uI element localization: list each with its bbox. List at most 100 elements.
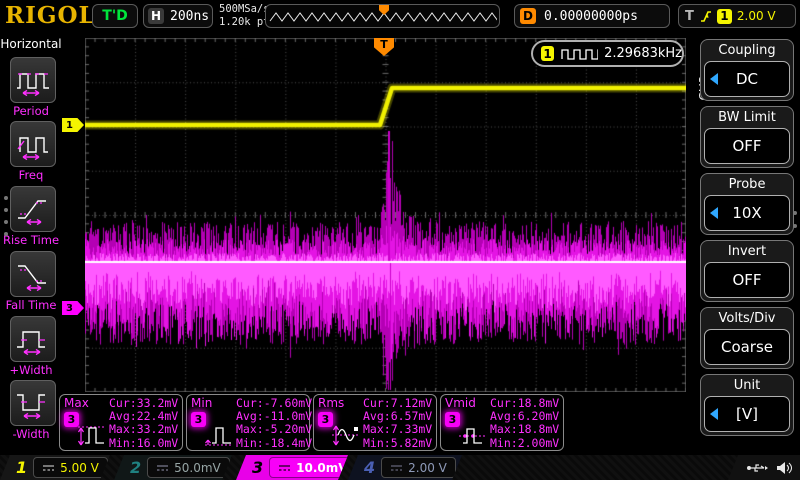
minus-width-icon: [14, 384, 52, 422]
system-icons: [728, 455, 800, 480]
measure-freq-label: Freq: [0, 168, 62, 182]
measure-pwidth-button[interactable]: [10, 316, 56, 362]
trigger-marker-label: T: [380, 38, 388, 51]
menu-item-unit[interactable]: Unit [V]: [700, 374, 794, 436]
channel-number: 3: [252, 458, 263, 477]
chevron-left-icon: [710, 408, 718, 420]
dc-coupling-icon: [278, 464, 291, 472]
chevron-left-icon: [710, 73, 718, 85]
channel3-status[interactable]: 3 10.0mV: [236, 455, 348, 480]
channel-number: 2: [130, 458, 141, 477]
channel-menu: CH3 Coupling DC BW Limit OFF Probe 10X I…: [690, 33, 800, 455]
menu-page-dot: [4, 232, 8, 236]
menu-label: Probe: [701, 174, 793, 195]
measure-nwidth-button[interactable]: [10, 380, 56, 426]
menu-label: Volts/Div: [701, 308, 793, 329]
channel4-status[interactable]: 4 2.00 V: [348, 455, 462, 480]
measurement-name: Max: [64, 396, 89, 410]
delay-chip: D: [520, 8, 536, 24]
measurement-row: Max:33.2mV: [109, 423, 178, 436]
menu-value: OFF: [732, 271, 761, 289]
measurement-rms[interactable]: Rms 3 Cur:7.12mV Avg:6.57mV Max:7.33mV M…: [313, 394, 437, 451]
measure-falltime-label: Fall Time: [0, 298, 62, 312]
menu-label: BW Limit: [701, 107, 793, 128]
menu-page-dot: [793, 211, 797, 215]
channel-scale: 50.0mV: [174, 461, 221, 475]
measurement-row: Min:2.00mV: [490, 437, 559, 450]
measurement-row: Max:7.33mV: [363, 423, 432, 436]
ch1-marker-label: 1: [66, 120, 73, 131]
measure-risetime-button[interactable]: [10, 186, 56, 232]
channel-scale: 5.00 V: [60, 461, 99, 475]
ch3-offset-marker[interactable]: 3: [62, 301, 84, 315]
rise-time-icon: [14, 190, 52, 228]
menu-value: OFF: [732, 137, 761, 155]
measure-pwidth-label: +Width: [0, 363, 62, 377]
rigol-logo: RIGOL: [5, 2, 96, 29]
trigger-status-text: T'D: [102, 8, 127, 24]
channel-number: 1: [16, 458, 27, 477]
menu-value: Coarse: [721, 338, 773, 356]
chevron-left-icon: [710, 207, 718, 219]
measurement-vmid[interactable]: Vmid 3 Cur:18.8mV Avg:6.20mV Max:18.8mV …: [440, 394, 564, 451]
measurement-name: Min: [191, 396, 212, 410]
waveform-display: [85, 38, 686, 392]
menu-label: Coupling: [701, 40, 793, 61]
measure-period-button[interactable]: [10, 57, 56, 103]
delay-readout: D 0.00000000ps: [514, 4, 670, 28]
measurement-row: Min:16.0mV: [109, 437, 178, 450]
channel1-status[interactable]: 1 5.00 V: [0, 455, 110, 480]
menu-item-probe[interactable]: Probe 10X: [700, 173, 794, 235]
freq-icon: [14, 125, 52, 163]
measurement-min[interactable]: Min 3 Cur:-7.60mV Avg:-11.0mV Max:-5.20m…: [186, 394, 310, 451]
status-bar: RIGOL T'D H 200ns 500MSa/s 1.20k pts D 0…: [0, 0, 800, 34]
ch1-offset-marker[interactable]: 1: [62, 118, 84, 132]
trigger-letter: T: [685, 9, 694, 24]
rms-icon: [330, 421, 362, 449]
measure-falltime-button[interactable]: [10, 251, 56, 297]
fall-time-icon: [14, 255, 52, 293]
menu-page-dot: [4, 196, 8, 200]
measurement-name: Vmid: [445, 396, 476, 410]
trigger-status-badge: T'D: [92, 4, 138, 28]
channel-scale: 10.0mV: [296, 461, 347, 475]
measurement-max[interactable]: Max 3 Cur:33.2mV Avg:22.4mV Max:33.2mV M…: [59, 394, 183, 451]
waveform-memory-preview[interactable]: [265, 4, 500, 28]
channel2-status[interactable]: 2 50.0mV: [114, 455, 232, 480]
freq-source-badge: 1: [541, 46, 554, 61]
measure-nwidth-label: -Width: [0, 427, 62, 441]
menu-value: [V]: [736, 405, 758, 423]
measurement-row: Max:18.8mV: [490, 423, 559, 436]
menu-item-voltsdiv[interactable]: Volts/Div Coarse: [700, 307, 794, 369]
period-icon: [14, 61, 52, 99]
waveform-area: 1 3 T 1 2.29683kHz: [62, 33, 690, 455]
dc-coupling-icon: [390, 464, 403, 472]
usb-icon: [746, 462, 768, 474]
min-icon: [203, 421, 233, 449]
menu-page-dot: [793, 224, 797, 228]
trigger-frequency-value: 2.29683kHz: [604, 46, 682, 61]
menu-value: DC: [736, 70, 758, 88]
channel-number: 4: [364, 458, 375, 477]
measure-freq-button[interactable]: [10, 121, 56, 167]
menu-value: 10X: [732, 204, 761, 222]
menu-item-invert[interactable]: Invert OFF: [700, 240, 794, 302]
timebase-value: 200ns: [170, 9, 209, 24]
measurement-row: Min:5.82mV: [363, 437, 432, 450]
vmid-icon: [457, 421, 487, 449]
beeper-icon: [776, 461, 792, 475]
menu-label: Unit: [701, 375, 793, 396]
channel-scale: 2.00 V: [408, 461, 447, 475]
oscilloscope-screen: RIGOL T'D H 200ns 500MSa/s 1.20k pts D 0…: [0, 0, 800, 480]
dc-coupling-icon: [156, 464, 169, 472]
left-measure-menu: Horizontal Period Freq Rise Time: [0, 33, 62, 455]
measurement-row: Min:-18.4mV: [236, 437, 312, 450]
channel-status-bar: 1 5.00 V 2 50.0mV 3 10: [0, 455, 800, 480]
menu-item-bwlimit[interactable]: BW Limit OFF: [700, 106, 794, 168]
measurement-row: Max:-5.20mV: [236, 423, 312, 436]
measure-period-label: Period: [0, 104, 62, 118]
menu-item-coupling[interactable]: Coupling DC: [700, 39, 794, 101]
menu-page-dot: [4, 220, 8, 224]
measurement-name: Rms: [318, 396, 344, 410]
ch3-marker-label: 3: [66, 303, 73, 314]
